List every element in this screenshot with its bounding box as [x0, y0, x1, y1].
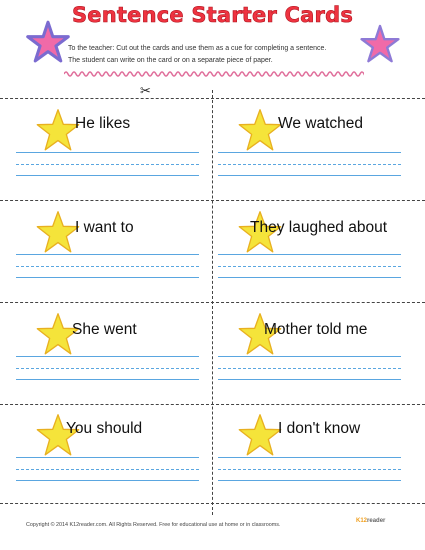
cut-line-vertical — [212, 90, 213, 515]
writing-line — [16, 175, 199, 176]
sentence-card: I want to — [16, 205, 210, 305]
card-prompt: They laughed about — [250, 219, 388, 236]
writing-line — [218, 379, 401, 380]
writing-line — [218, 152, 401, 153]
card-prompt: You should — [66, 420, 143, 437]
card-prompt: He likes — [75, 115, 131, 132]
star-icon — [238, 414, 282, 456]
writing-line — [218, 356, 401, 357]
k12reader-logo: K12reader — [356, 518, 385, 524]
sentence-card: We watched — [218, 103, 412, 203]
writing-midline — [16, 469, 199, 470]
card-prompt: Mother told me — [264, 321, 368, 338]
logo-k12: K12 — [356, 518, 368, 524]
writing-line — [218, 277, 401, 278]
card-prompt: I want to — [75, 219, 134, 236]
star-icon — [36, 109, 80, 151]
card-prompt: She went — [72, 321, 137, 338]
sentence-card: You should — [16, 408, 210, 508]
writing-line — [16, 379, 199, 380]
instructions-line-2: The student can write on the card or on … — [68, 57, 273, 64]
sentence-card: I don't know — [218, 408, 412, 508]
writing-line — [16, 152, 199, 153]
card-prompt: We watched — [278, 115, 364, 132]
copyright-footer: Copyright © 2014 K12reader.com. All Righ… — [26, 522, 281, 528]
teacher-instructions: To the teacher: Cut out the cards and us… — [68, 43, 368, 67]
sentence-card: Mother told me — [218, 307, 412, 407]
writing-midline — [218, 469, 401, 470]
star-icon — [238, 109, 282, 151]
writing-line — [218, 254, 401, 255]
sentence-card: She went — [16, 307, 210, 407]
writing-midline — [218, 368, 401, 369]
scissors-icon: ✂ — [140, 83, 151, 98]
instructions-line-1: To the teacher: Cut out the cards and us… — [68, 45, 327, 52]
writing-midline — [16, 266, 199, 267]
card-prompt: I don't know — [278, 420, 361, 437]
sentence-card: He likes — [16, 103, 210, 203]
decorative-wave — [64, 71, 364, 77]
writing-line — [218, 480, 401, 481]
writing-line — [16, 457, 199, 458]
writing-line — [16, 254, 199, 255]
sentence-card: They laughed about — [218, 205, 412, 305]
purple-star-icon — [26, 20, 70, 63]
writing-midline — [16, 164, 199, 165]
star-icon — [36, 211, 80, 253]
writing-midline — [218, 266, 401, 267]
writing-line — [16, 277, 199, 278]
writing-line — [218, 175, 401, 176]
writing-line — [16, 480, 199, 481]
writing-line — [16, 356, 199, 357]
logo-reader: reader — [367, 518, 386, 524]
writing-midline — [218, 164, 401, 165]
writing-line — [218, 457, 401, 458]
writing-midline — [16, 368, 199, 369]
